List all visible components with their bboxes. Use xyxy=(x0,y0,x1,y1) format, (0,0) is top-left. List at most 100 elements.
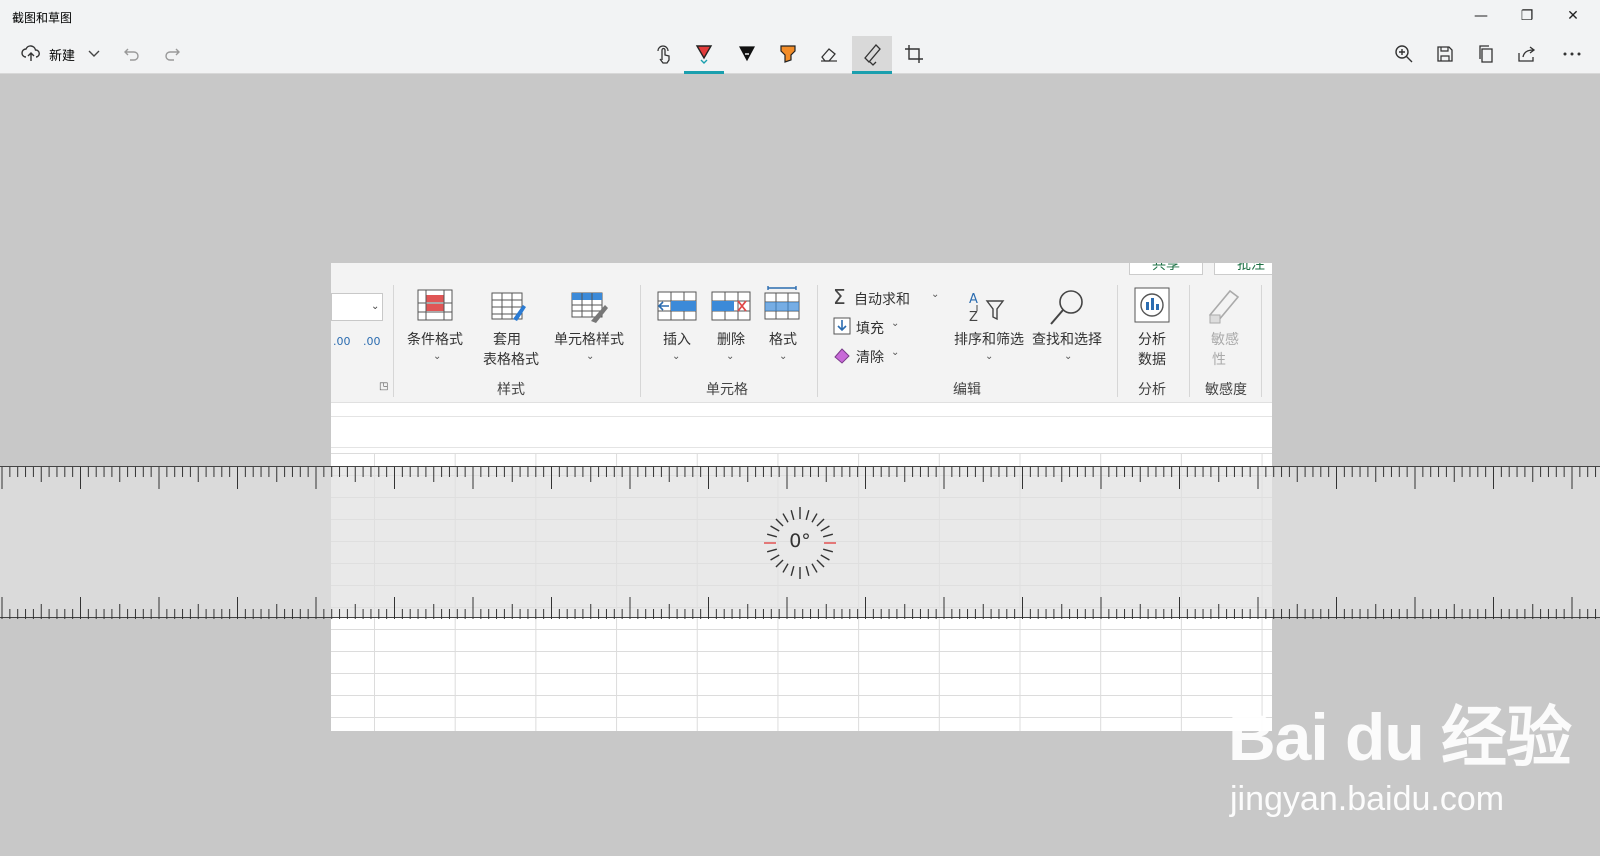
new-dropdown-button[interactable] xyxy=(84,36,104,72)
crop-button[interactable] xyxy=(900,36,928,72)
pencil-icon xyxy=(738,44,756,64)
zoom-icon xyxy=(1394,44,1414,64)
cell-styles-label: 单元格样式 xyxy=(554,332,624,348)
format-as-table-label-1: 套用 xyxy=(493,332,521,348)
baidu-watermark-logo: Bai du 经验 xyxy=(1228,700,1572,774)
clear-eraser-icon xyxy=(834,348,850,364)
analysis-group-label: 分析 xyxy=(1138,382,1166,398)
zoom-button[interactable] xyxy=(1390,36,1418,72)
fill-label: 填充 xyxy=(856,321,884,337)
minimize-button[interactable]: — xyxy=(1458,0,1504,32)
sensitivity-group-label: 敏感度 xyxy=(1205,382,1247,398)
crop-icon xyxy=(904,44,924,64)
redo-icon xyxy=(163,45,181,63)
app-title: 截图和草图 xyxy=(12,11,73,25)
sensitivity-label-2: 性 xyxy=(1212,352,1226,368)
find-search-icon xyxy=(1050,290,1083,325)
format-label: 格式 xyxy=(769,332,797,348)
save-button[interactable] xyxy=(1431,36,1459,72)
format-cells-icon xyxy=(764,286,800,320)
copy-button[interactable] xyxy=(1472,36,1500,72)
increase-decimal-icon: .00 xyxy=(333,335,351,348)
conditional-format-label: 条件格式 xyxy=(407,332,463,348)
chevron-down-icon: ⌄ xyxy=(931,289,940,300)
touch-writing-icon xyxy=(654,44,674,64)
chevron-down-icon: ⌄ xyxy=(433,351,442,362)
share-button[interactable] xyxy=(1513,36,1541,72)
watermark-url: jingyan.baidu.com xyxy=(1230,780,1505,818)
excel-ribbon: 共享 批注 ⌄ .00 .00 ◳ 条件格式 ⌄ 套用 表格格式 单元格样式 ⌄… xyxy=(331,263,1272,403)
analyze-data-icon xyxy=(1134,287,1170,323)
clear-label: 清除 xyxy=(856,350,884,366)
group-separator xyxy=(1189,285,1190,397)
more-icon xyxy=(1562,51,1582,57)
styles-group-label: 样式 xyxy=(497,382,525,398)
active-tool-indicator xyxy=(684,71,724,74)
eraser-icon xyxy=(819,45,839,63)
chevron-down-icon xyxy=(87,49,101,59)
comment-chip: 批注 xyxy=(1214,263,1272,275)
chevron-down-icon: ⌄ xyxy=(586,351,595,362)
pencil-button[interactable] xyxy=(733,36,761,72)
sort-filter-icon: AZ xyxy=(969,292,1005,325)
conditional-format-icon xyxy=(417,289,453,321)
autosum-label: 自动求和 xyxy=(854,292,910,308)
ruler-icon xyxy=(861,42,883,66)
chevron-down-icon: ⌄ xyxy=(985,351,994,362)
restore-button[interactable]: ❐ xyxy=(1504,0,1550,32)
format-as-table-label-2: 表格格式 xyxy=(483,352,539,368)
autosum-icon: Σ xyxy=(833,285,846,309)
new-label: 新建 xyxy=(48,48,75,64)
sensitivity-icon xyxy=(1208,289,1240,324)
analyze-label-1: 分析 xyxy=(1138,332,1166,348)
group-separator xyxy=(640,285,641,397)
undo-icon xyxy=(123,45,141,63)
toolbar: 新建 xyxy=(0,34,1600,74)
format-as-table-icon xyxy=(491,292,526,321)
ruler-angle-readout: 0° xyxy=(789,530,811,552)
group-separator xyxy=(393,285,394,397)
title-bar: 截图和草图 — ❐ ✕ xyxy=(0,0,1600,34)
ballpoint-pen-button[interactable] xyxy=(684,36,724,74)
share-chip: 共享 xyxy=(1129,263,1203,275)
fill-down-icon xyxy=(833,317,851,335)
new-snip-icon xyxy=(21,45,41,63)
analyze-label-2: 数据 xyxy=(1138,352,1166,368)
ballpoint-pen-icon xyxy=(694,43,714,65)
highlighter-icon xyxy=(778,44,798,64)
delete-cells-icon xyxy=(711,291,751,321)
save-icon xyxy=(1436,45,1454,63)
find-select-label: 查找和选择 xyxy=(1032,332,1102,348)
cells-group-label: 单元格 xyxy=(706,382,748,398)
dialog-launcher-icon: ◳ xyxy=(379,381,389,392)
sort-filter-label: 排序和筛选 xyxy=(954,332,1024,348)
more-button[interactable] xyxy=(1555,36,1589,72)
chevron-down-icon: ⌄ xyxy=(672,351,681,362)
close-button[interactable]: ✕ xyxy=(1550,0,1596,32)
copy-icon xyxy=(1477,44,1495,64)
svg-text:A: A xyxy=(969,292,978,307)
sensitivity-label-1: 敏感 xyxy=(1211,332,1239,348)
chevron-down-icon: ⌄ xyxy=(891,318,900,329)
svg-text:Z: Z xyxy=(969,310,978,325)
chevron-down-icon: ⌄ xyxy=(891,347,900,358)
group-separator xyxy=(1261,285,1262,397)
group-separator xyxy=(817,285,818,397)
cell-styles-icon xyxy=(571,292,608,323)
share-icon xyxy=(1517,45,1537,63)
insert-cells-icon xyxy=(657,291,697,321)
editing-group-label: 编辑 xyxy=(953,382,981,398)
redo-button[interactable] xyxy=(158,36,186,72)
touch-writing-button[interactable] xyxy=(650,36,678,72)
decrease-decimal-icon: .00 xyxy=(363,335,381,348)
highlighter-button[interactable] xyxy=(774,36,802,72)
ruler-button[interactable] xyxy=(852,36,892,74)
eraser-button[interactable] xyxy=(815,36,843,72)
insert-label: 插入 xyxy=(663,332,691,348)
formula-bar xyxy=(331,416,1272,448)
delete-label: 删除 xyxy=(717,332,745,348)
new-button[interactable]: 新建 xyxy=(12,36,84,72)
chevron-down-icon: ⌄ xyxy=(371,301,380,312)
undo-button[interactable] xyxy=(118,36,146,72)
chevron-down-icon: ⌄ xyxy=(779,351,788,362)
